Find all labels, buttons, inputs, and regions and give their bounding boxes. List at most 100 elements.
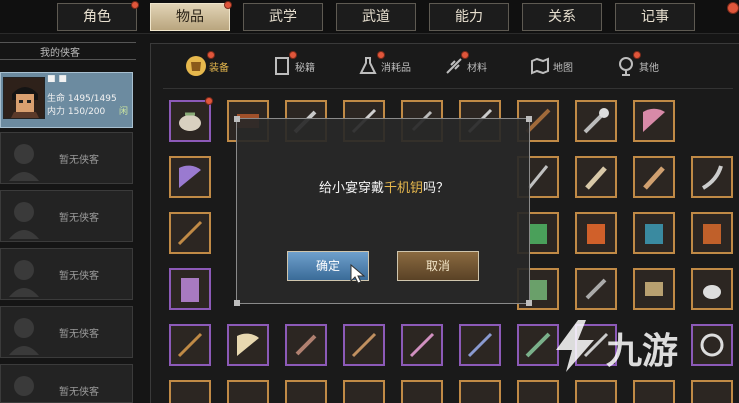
item-slot[interactable]: [575, 100, 617, 142]
tab-label: 关系: [548, 9, 576, 25]
dialog-message: 给小宴穿戴千机钥吗？: [237, 177, 531, 196]
item-slot[interactable]: [459, 380, 501, 403]
armor-icon: [186, 56, 206, 76]
bag-icon: [179, 112, 201, 131]
notification-dot: [205, 97, 213, 105]
item-slot[interactable]: [401, 324, 443, 366]
fan-icon: [179, 165, 201, 188]
dialog-corner: [526, 300, 532, 306]
spear-icon: [177, 220, 203, 246]
empty-avatar-icon: [14, 376, 34, 396]
item-slot[interactable]: [459, 324, 501, 366]
tab-journal[interactable]: 记事: [615, 3, 695, 31]
spear-icon: [177, 332, 203, 358]
armor-icon: [645, 224, 663, 244]
notification-dot: [207, 51, 215, 59]
item-slot[interactable]: [227, 380, 269, 403]
pot-icon: [703, 285, 721, 299]
cancel-button[interactable]: 取消: [397, 251, 479, 281]
subtab-materials[interactable]: 材料: [443, 49, 487, 83]
empty-avatar-icon: [9, 318, 39, 355]
notification-dot: [131, 1, 139, 9]
blade-icon: [585, 166, 607, 190]
empty-avatar-icon: [9, 144, 39, 181]
tab-label: 角色: [83, 9, 111, 25]
empty-slot-label: 暂无侠客: [59, 213, 99, 224]
spear-icon: [351, 332, 377, 358]
party-slot-empty[interactable]: 暂无侠客: [0, 306, 133, 358]
armor-icon: [703, 224, 721, 244]
empty-slot-label: 暂无侠客: [59, 387, 99, 398]
book-icon: [275, 57, 289, 75]
party-slot-empty[interactable]: 暂无侠客: [0, 364, 133, 403]
notification-dot: [289, 51, 297, 59]
item-slot[interactable]: [285, 380, 327, 403]
tab-label: 武学: [269, 9, 297, 25]
item-slot[interactable]: [633, 268, 675, 310]
party-slot-empty[interactable]: 暂无侠客: [0, 190, 133, 242]
saber-icon: [701, 165, 723, 190]
hp-stat: 生命 1495/1495: [47, 94, 117, 104]
item-slot[interactable]: [227, 324, 269, 366]
item-slot[interactable]: [633, 380, 675, 403]
subtab-maps[interactable]: 地图: [529, 49, 573, 83]
item-slot[interactable]: [169, 324, 211, 366]
item-slot[interactable]: [169, 380, 211, 403]
notification-dot: [461, 51, 469, 59]
avatar: [3, 77, 45, 119]
subtab-label: 装备: [209, 62, 229, 74]
dialog-item-name: 千机钥: [383, 181, 423, 196]
dialog-corner: [526, 116, 532, 122]
mace-icon: [583, 108, 609, 134]
tool-icon: [585, 278, 607, 300]
notification-dot: [633, 51, 641, 59]
item-slot[interactable]: [575, 268, 617, 310]
party-header: 我的侠客: [0, 42, 136, 60]
tab-relations[interactable]: 关系: [522, 3, 602, 31]
dialog-message-suffix: 吗？: [423, 181, 450, 196]
tab-martial-path[interactable]: 武道: [336, 3, 416, 31]
item-slot[interactable]: [169, 212, 211, 254]
item-slot[interactable]: [633, 212, 675, 254]
tab-label: 能力: [455, 9, 483, 25]
party-slot-active[interactable]: ■ ■ 生命 1495/1495 内力 150/200 闲: [0, 72, 133, 128]
item-slot[interactable]: [169, 156, 211, 198]
tab-martial-arts[interactable]: 武学: [243, 3, 323, 31]
item-slot[interactable]: [169, 268, 211, 310]
watermark: 九游: [548, 316, 728, 376]
tab-character[interactable]: 角色: [57, 1, 139, 31]
item-slot[interactable]: [575, 212, 617, 254]
item-slot[interactable]: [691, 268, 733, 310]
cursor-icon: [350, 263, 366, 284]
item-slot[interactable]: [575, 380, 617, 403]
party-slot-empty[interactable]: 暂无侠客: [0, 248, 133, 300]
item-slot[interactable]: [285, 324, 327, 366]
subtab-consumables[interactable]: 消耗品: [357, 49, 411, 83]
party-header-label: 我的侠客: [40, 48, 80, 59]
item-slot[interactable]: [633, 156, 675, 198]
top-tab-bar: 角色 物品 武学 武道 能力 关系 记事: [0, 0, 739, 34]
item-slot[interactable]: [343, 380, 385, 403]
subtab-other[interactable]: 其他: [615, 49, 659, 83]
party-slot-empty[interactable]: 暂无侠客: [0, 132, 133, 184]
tab-abilities[interactable]: 能力: [429, 3, 509, 31]
notification-dot: [377, 51, 385, 59]
item-slot[interactable]: [401, 380, 443, 403]
tab-items[interactable]: 物品: [150, 1, 232, 31]
party-list: 我的侠客 ■ ■ 生命 1495/1495 内力 150/200 闲 暂无侠客 …: [0, 40, 136, 403]
subtab-label: 地图: [553, 62, 573, 74]
map-icon: [531, 57, 549, 75]
subtab-label: 消耗品: [381, 62, 411, 74]
brush-icon: [467, 332, 493, 358]
item-slot[interactable]: [169, 97, 213, 142]
item-slot[interactable]: [633, 100, 675, 142]
subtab-manuals[interactable]: 秘籍: [271, 49, 315, 83]
item-slot[interactable]: [343, 324, 385, 366]
item-slot[interactable]: [691, 212, 733, 254]
item-slot[interactable]: [691, 156, 733, 198]
item-slot[interactable]: [575, 156, 617, 198]
dialog-corner: [234, 116, 240, 122]
item-slot[interactable]: [517, 380, 559, 403]
subtab-equipment[interactable]: 装备: [185, 49, 229, 83]
item-slot[interactable]: [691, 380, 733, 403]
